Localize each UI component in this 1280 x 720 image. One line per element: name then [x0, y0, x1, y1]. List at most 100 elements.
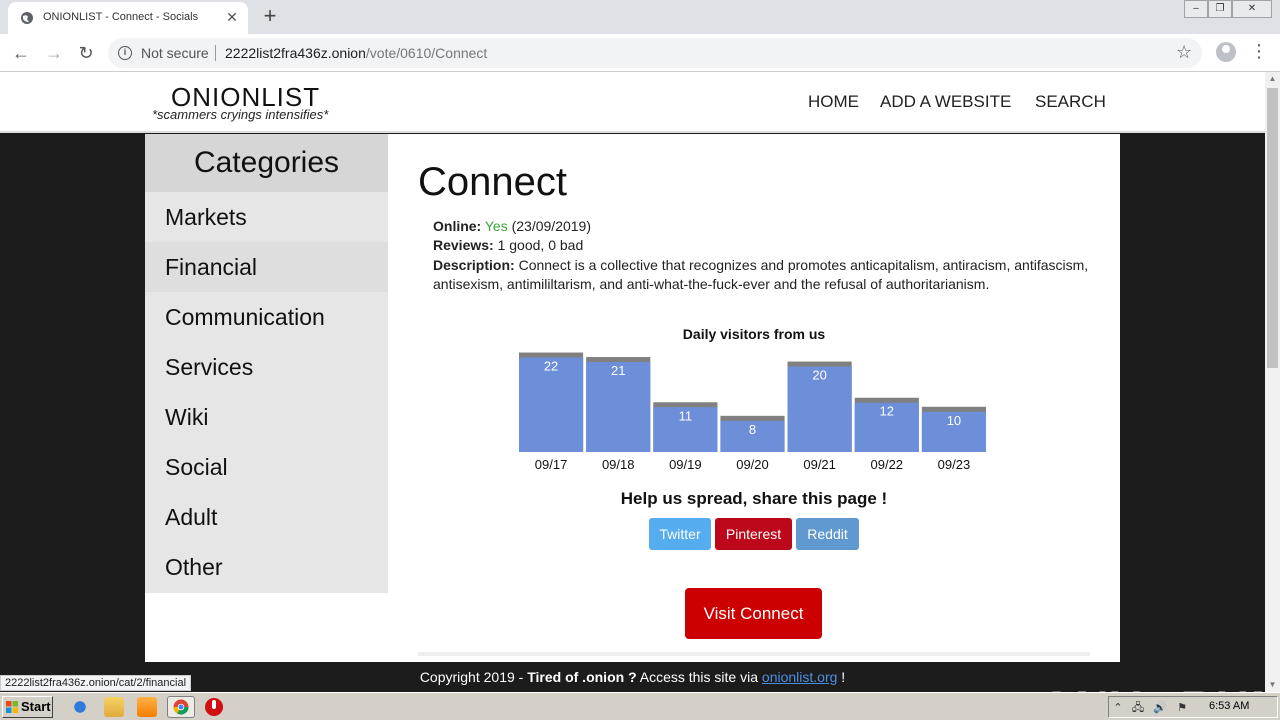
twitter-share-button[interactable]: Twitter	[649, 518, 711, 550]
info-icon[interactable]: i	[118, 46, 132, 60]
chart-tick-label: 09/18	[602, 457, 635, 472]
chart-tick-label: 09/17	[535, 457, 568, 472]
chart-data-label: 10	[947, 413, 961, 428]
chart-data-label: 22	[544, 359, 558, 374]
chart-data-label: 11	[679, 408, 693, 423]
site-header: ONIONLIST *scammers cryings intensifies*…	[0, 72, 1265, 133]
media-player-icon[interactable]	[137, 697, 157, 717]
url-text[interactable]: 2222list2fra436z.onion/vote/0610/Connect	[225, 45, 487, 61]
network-icon[interactable]: 🖧	[1131, 701, 1145, 715]
content-divider	[418, 652, 1090, 656]
close-tab-icon[interactable]: ✕	[224, 7, 240, 27]
chrome-taskbar-button[interactable]	[167, 696, 195, 718]
tray-expand-icon[interactable]: ⌃	[1111, 701, 1125, 715]
online-line: Online: Yes (23/09/2019)	[433, 218, 591, 234]
footer-suffix: !	[837, 669, 846, 685]
nav-home[interactable]: HOME	[808, 92, 859, 112]
scroll-thumb[interactable]	[1267, 88, 1278, 368]
visitors-bar-chart: 22 09/17 21 09/18 11 09/19 8 09/20 20 09/21 12 09/2…	[519, 352, 986, 472]
page-viewport: ONIONLIST *scammers cryings intensifies*…	[0, 72, 1265, 692]
pinterest-share-button[interactable]: Pinterest	[715, 518, 792, 550]
bookmark-star-icon[interactable]: ☆	[1176, 42, 1192, 63]
chart-title: Daily visitors from us	[682, 326, 826, 342]
browser-tabstrip: ONIONLIST - Connect - Socials ✕ + – ❐ ✕	[0, 0, 1280, 34]
reviews-label: Reviews:	[433, 237, 494, 253]
chart-tick-label: 09/19	[669, 457, 702, 472]
footer-link[interactable]: onionlist.org	[762, 669, 838, 685]
tab-title: ONIONLIST - Connect - Socials	[43, 11, 199, 23]
not-secure-label: Not secure	[141, 45, 209, 61]
category-adult[interactable]: Adult	[145, 492, 388, 542]
scroll-up-arrow-icon[interactable]: ▲	[1265, 72, 1280, 86]
page-title: Connect	[418, 160, 567, 204]
back-arrow-icon[interactable]: ←	[9, 41, 33, 65]
profile-avatar-icon[interactable]	[1216, 42, 1236, 62]
share-title: Help us spread, share this page !	[620, 489, 888, 508]
page-scrollbar[interactable]: ▲ ▼	[1265, 72, 1280, 692]
footer-bold: Tired of .onion ?	[527, 669, 637, 685]
category-other[interactable]: Other	[145, 542, 388, 592]
close-window-button[interactable]: ✕	[1232, 0, 1272, 18]
new-tab-button[interactable]: +	[258, 3, 282, 29]
chart-data-label: 21	[611, 363, 625, 378]
minimize-button[interactable]: –	[1184, 0, 1208, 18]
reload-icon[interactable]: ↻	[74, 41, 98, 65]
globe-icon	[21, 12, 33, 24]
alert-app-icon[interactable]	[205, 698, 223, 716]
reviews-value: 1 good, 0 bad	[497, 237, 584, 253]
scroll-down-arrow-icon[interactable]: ▼	[1265, 678, 1280, 692]
chart-tick-label: 09/20	[736, 457, 769, 472]
description: Description: Connect is a collective tha…	[433, 256, 1093, 294]
forward-arrow-icon[interactable]: →	[42, 41, 66, 65]
nav-add-website[interactable]: ADD A WEBSITE	[880, 92, 1011, 112]
description-label: Description:	[433, 257, 515, 273]
internet-explorer-icon[interactable]	[70, 697, 90, 717]
reddit-share-button[interactable]: Reddit	[796, 518, 859, 550]
category-social[interactable]: Social	[145, 442, 388, 492]
chart-data-label: 8	[749, 422, 756, 437]
content-container: Categories Markets Financial Communicati…	[145, 134, 1120, 692]
category-services[interactable]: Services	[145, 342, 388, 392]
more-menu-icon[interactable]: ⋮	[1250, 41, 1268, 62]
url-host: 2222list2fra436z.onion	[225, 45, 366, 61]
chart-tick-label: 09/23	[938, 457, 971, 472]
reviews-line: Reviews: 1 good, 0 bad	[433, 237, 583, 253]
main-content: Connect Online: Yes (23/09/2019) Reviews…	[388, 134, 1120, 692]
online-date: (23/09/2019)	[511, 218, 592, 234]
visit-site-button[interactable]: Visit Connect	[685, 588, 822, 639]
category-markets[interactable]: Markets	[145, 192, 388, 242]
omnibox-separator	[215, 45, 216, 61]
footer-prefix: Copyright 2019 -	[419, 669, 528, 685]
file-explorer-icon[interactable]	[104, 697, 124, 717]
start-button[interactable]: Start	[2, 696, 53, 718]
windows-taskbar: Start ⌃ 🖧 🔊 ⚑ 6:53 AM	[0, 692, 1280, 720]
status-url-bubble: 2222list2fra436z.onion/cat/2/financial	[0, 675, 192, 691]
categories-sidebar: Categories Markets Financial Communicati…	[145, 134, 388, 593]
clock[interactable]: 6:53 AM	[1209, 700, 1249, 712]
chart-data-label: 12	[880, 404, 894, 419]
anyrun-watermark: ANY▷RUN	[1040, 680, 1265, 692]
start-label: Start	[21, 699, 51, 714]
category-wiki[interactable]: Wiki	[145, 392, 388, 442]
online-label: Online:	[433, 218, 482, 234]
chrome-icon	[173, 699, 189, 715]
categories-title: Categories	[145, 134, 388, 192]
category-communication[interactable]: Communication	[145, 292, 388, 342]
action-center-flag-icon[interactable]: ⚑	[1175, 701, 1189, 715]
description-text: Connect is a collective that recognizes …	[433, 257, 1089, 292]
address-bar[interactable]: i Not secure 2222list2fra436z.onion/vote…	[108, 38, 1202, 68]
restore-button[interactable]: ❐	[1208, 0, 1232, 18]
chart-tick-label: 09/21	[803, 457, 836, 472]
volume-icon[interactable]: 🔊	[1153, 701, 1167, 715]
footer-middle: Access this site via	[636, 669, 762, 685]
nav-search[interactable]: SEARCH	[1035, 92, 1106, 112]
chart-data-label: 20	[812, 368, 826, 383]
url-path: /vote/0610/Connect	[365, 45, 488, 61]
browser-toolbar: ← → ↻ i Not secure 2222list2fra436z.onio…	[0, 34, 1280, 72]
category-financial[interactable]: Financial	[145, 242, 388, 292]
site-tagline: *scammers cryings intensifies*	[152, 107, 329, 122]
windows-logo-icon	[6, 701, 18, 713]
system-tray: ⌃ 🖧 🔊 ⚑ 6:53 AM	[1108, 696, 1278, 718]
browser-tab[interactable]: ONIONLIST - Connect - Socials ✕	[8, 2, 248, 34]
chart-tick-label: 09/22	[871, 457, 904, 472]
